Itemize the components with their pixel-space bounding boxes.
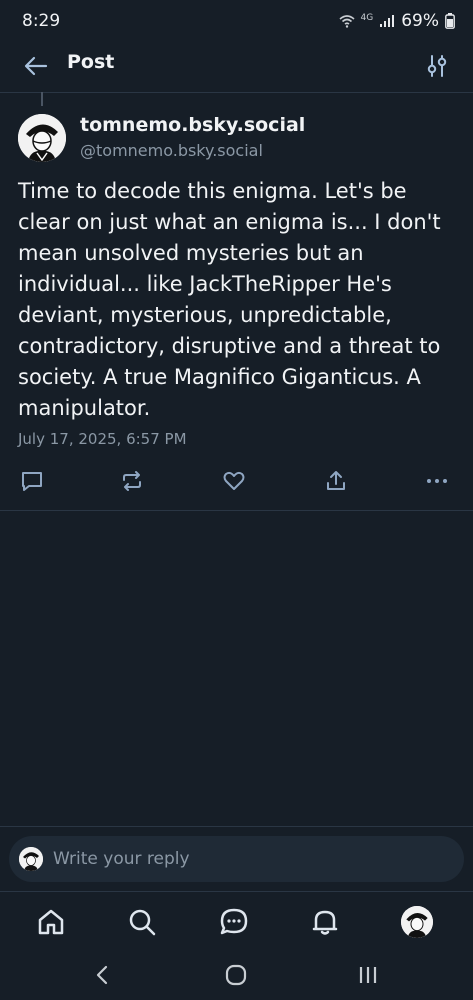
reply-placeholder: Write your reply xyxy=(53,849,190,869)
recents-icon[interactable] xyxy=(355,962,381,988)
post-timestamp: July 17, 2025, 6:57 PM xyxy=(18,430,187,448)
status-time: 8:29 xyxy=(22,11,61,31)
reply-icon[interactable] xyxy=(19,468,45,494)
battery-icon xyxy=(445,13,455,29)
back-chevron-icon[interactable] xyxy=(90,962,116,988)
avatar-illustration-icon xyxy=(18,114,66,162)
sliders-icon[interactable] xyxy=(425,52,449,80)
system-nav xyxy=(0,952,473,1000)
reply-input[interactable]: Write your reply xyxy=(9,836,464,882)
divider xyxy=(0,510,473,511)
like-icon[interactable] xyxy=(221,468,247,494)
wifi-icon xyxy=(338,15,355,28)
profile-avatar[interactable] xyxy=(401,906,433,938)
home-icon[interactable] xyxy=(33,904,69,940)
author-handle[interactable]: @tomnemo.bsky.social xyxy=(80,141,263,160)
signal-icon xyxy=(380,15,395,27)
post-text: Time to decode this enigma. Let's be cle… xyxy=(18,179,441,420)
reply-avatar xyxy=(19,847,43,871)
status-icons: 4G 69% xyxy=(338,11,456,31)
share-icon[interactable] xyxy=(323,468,349,494)
arrow-left-icon[interactable] xyxy=(22,52,50,80)
divider xyxy=(0,826,473,827)
chat-icon[interactable] xyxy=(216,904,252,940)
page-title: Post xyxy=(67,51,115,73)
author-display-name[interactable]: tomnemo.bsky.social xyxy=(80,114,305,136)
home-circle-icon[interactable] xyxy=(223,962,249,988)
bell-icon[interactable] xyxy=(307,904,343,940)
more-icon[interactable] xyxy=(424,468,450,494)
post-header: Post xyxy=(0,44,473,93)
post-actions xyxy=(0,462,473,500)
status-bar: 8:29 4G 69% xyxy=(0,0,473,44)
repost-icon[interactable] xyxy=(119,468,145,494)
bottom-nav xyxy=(0,892,473,952)
search-icon[interactable] xyxy=(124,904,160,940)
battery-percent: 69% xyxy=(401,11,439,31)
network-type: 4G xyxy=(360,13,374,23)
thread-line xyxy=(41,92,43,106)
author-avatar[interactable] xyxy=(18,114,66,162)
